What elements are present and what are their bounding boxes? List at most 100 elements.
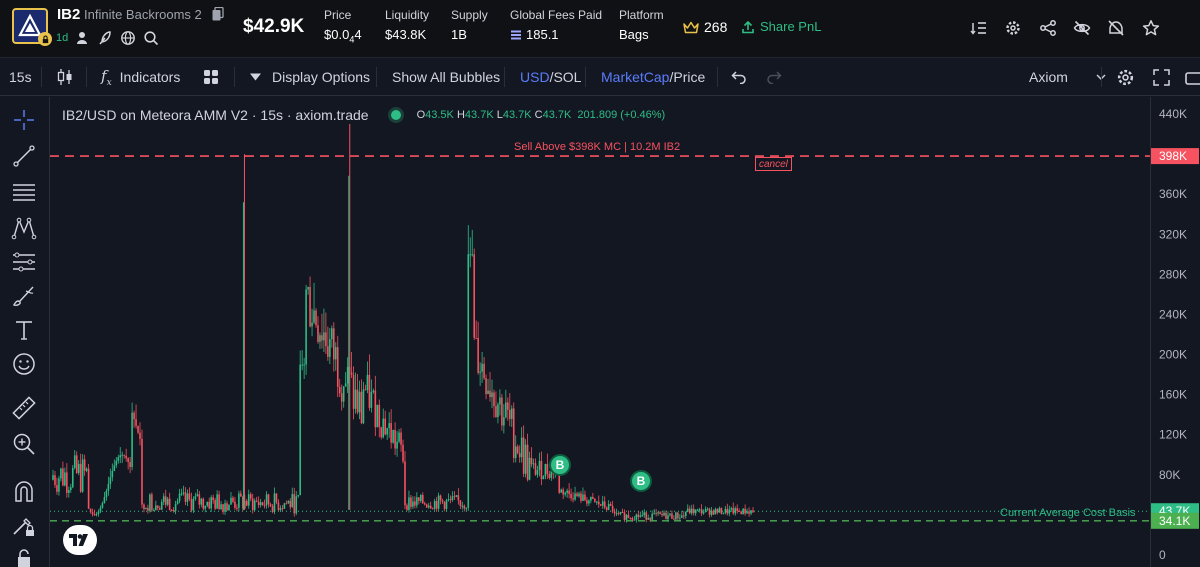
candle-body [495, 406, 497, 418]
stat-liquidity-value: $43.8K [385, 27, 427, 42]
candle-body [740, 511, 742, 515]
candle-body [220, 504, 222, 509]
brush-icon[interactable] [11, 283, 37, 309]
search-icon[interactable] [143, 30, 159, 46]
mc-price-toggle[interactable]: MarketCap/Price [601, 58, 705, 96]
price-axis[interactable]: 440K400K360K320K280K240K200K160K120K80K4… [1150, 97, 1200, 567]
candle-body [516, 446, 519, 454]
candle-body [107, 484, 110, 491]
undo-icon [731, 71, 746, 84]
candle-body [684, 511, 687, 517]
candle-body [180, 493, 183, 495]
candle-body [528, 457, 531, 480]
candle-body [115, 460, 118, 466]
candle-body [518, 453, 521, 458]
copy-icon[interactable] [212, 7, 224, 21]
candle-body [99, 507, 102, 512]
layout-select[interactable]: Axiom [1029, 58, 1106, 96]
hide-token-icon[interactable] [1107, 19, 1125, 37]
chart-area[interactable] [50, 97, 1150, 567]
candle-body [592, 497, 594, 499]
candle-body [653, 512, 655, 514]
redo-button[interactable] [766, 58, 782, 96]
toggle-marketcap: MarketCap [601, 69, 670, 85]
buy-bubble[interactable]: B [630, 470, 652, 492]
candle-body [445, 500, 448, 509]
candle-body [388, 423, 390, 429]
ruler-icon[interactable] [11, 395, 37, 421]
tradingview-logo-icon [69, 534, 88, 546]
pattern-icon[interactable] [11, 215, 37, 241]
candle-body [752, 510, 754, 513]
chart-toolbar: 15s fx Indicators Display Options Show A… [0, 58, 1200, 96]
candle-body [534, 463, 537, 475]
price-axis-tick: 320K [1159, 227, 1187, 241]
candle-body [170, 510, 173, 512]
candle-body [374, 390, 377, 428]
candle-body [596, 501, 598, 503]
candle-body [176, 501, 179, 505]
interval-button[interactable]: 15s [9, 58, 32, 96]
candle-body [698, 509, 701, 511]
currency-toggle[interactable]: USD/SOL [520, 58, 581, 96]
trend-line-icon[interactable] [11, 143, 37, 169]
indicators-button[interactable]: fx Indicators [101, 58, 180, 96]
candle-body [396, 441, 398, 449]
candle-body [366, 374, 369, 390]
stat-price-value: $0.044 [324, 27, 362, 45]
price-chart[interactable] [50, 97, 1150, 567]
candle-body [77, 463, 80, 473]
zoom-in-icon[interactable] [11, 431, 37, 457]
candle-type-button[interactable] [57, 58, 73, 96]
candle-body [503, 417, 505, 426]
user-icon[interactable] [74, 30, 90, 46]
candle-body [190, 499, 193, 511]
star-icon[interactable] [1142, 19, 1160, 37]
candle-body [311, 322, 313, 327]
screenshot-button[interactable] [1185, 58, 1200, 96]
candle-body [368, 374, 371, 408]
chart-settings-button[interactable] [1116, 58, 1135, 96]
crosshair-icon[interactable] [11, 107, 37, 133]
list-sort-icon[interactable] [970, 19, 988, 37]
candle-body [222, 504, 224, 512]
show-all-bubbles-button[interactable]: Show All Bubbles [392, 58, 500, 96]
candle-body [289, 500, 292, 508]
candle-body [607, 503, 610, 510]
fullscreen-button[interactable] [1153, 58, 1170, 96]
drawing-toolbar [0, 97, 50, 567]
display-options-button[interactable]: Display Options [250, 58, 370, 96]
tradingview-logo[interactable] [63, 525, 97, 555]
emoji-icon[interactable] [11, 351, 37, 377]
pump-feather-icon[interactable] [97, 30, 113, 46]
holders[interactable]: 268 [683, 19, 727, 35]
cancel-order-button[interactable]: cancel [755, 157, 792, 171]
candle-body [174, 504, 177, 512]
fib-retracement-icon[interactable] [11, 179, 37, 205]
candle-body [153, 510, 155, 512]
toolbar-divider [504, 67, 505, 87]
candle-body [309, 287, 311, 327]
forecast-icon[interactable] [11, 249, 37, 275]
text-tool-icon[interactable] [11, 317, 37, 343]
settings-gear-icon[interactable] [1004, 19, 1022, 37]
lock-icon[interactable] [11, 547, 37, 567]
pencil-lock-icon[interactable] [11, 513, 37, 539]
buy-bubble[interactable]: B [549, 454, 571, 476]
candle-body [157, 505, 159, 509]
share-pnl-button[interactable]: Share PnL [741, 19, 821, 34]
globe-icon[interactable] [120, 30, 136, 46]
toolbar-divider [717, 67, 718, 87]
candle-body [609, 503, 612, 506]
toolbar-divider [376, 67, 377, 87]
stat-platform-value: Bags [619, 27, 649, 42]
undo-button[interactable] [731, 58, 747, 96]
share-icon[interactable] [1039, 19, 1057, 37]
layouts-button[interactable] [203, 58, 219, 96]
candle-body [378, 404, 381, 428]
hide-eye-icon[interactable] [1073, 19, 1091, 37]
magnet-icon[interactable] [11, 479, 37, 505]
candle-body [103, 497, 106, 504]
holders-count: 268 [704, 19, 728, 35]
candle-body [352, 374, 355, 409]
